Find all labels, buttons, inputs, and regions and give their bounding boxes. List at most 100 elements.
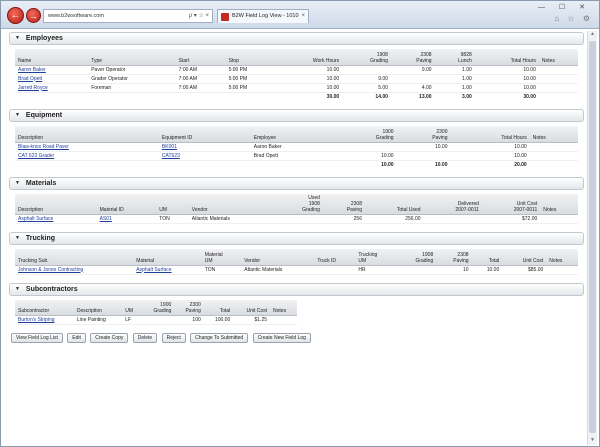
column-header: Used 1908 Grading <box>275 194 323 215</box>
column-header: Type <box>88 49 176 66</box>
address-bar[interactable]: www.b2wsoftware.com ρ ▾ ☆ × <box>43 9 213 23</box>
table-cell: Burton's Striping <box>15 315 74 325</box>
column-header: Notes <box>270 299 297 316</box>
table-cell: Jarrett Royce <box>15 83 89 93</box>
scrollbar-thumb[interactable] <box>589 41 596 433</box>
materials-title: Materials <box>25 180 57 187</box>
trucking-header[interactable]: ▼ Trucking <box>9 232 584 245</box>
total-cell <box>226 92 276 101</box>
total-cell <box>530 160 578 169</box>
reject-button[interactable]: Reject <box>161 333 186 343</box>
column-header: 2300 Paving <box>174 299 204 316</box>
scroll-up-icon[interactable]: ▲ <box>588 31 597 39</box>
column-header: Description <box>15 126 159 143</box>
table-cell: 10.00 <box>276 83 343 93</box>
table-cell <box>141 315 175 325</box>
column-header: Description <box>15 194 97 215</box>
table-cell <box>390 74 435 84</box>
browser-titlebar: ← → www.b2wsoftware.com ρ ▾ ☆ × B2W Fiel… <box>1 1 599 29</box>
column-header: 2308 Paving <box>390 49 435 66</box>
row-link[interactable]: Asphalt Surface <box>18 216 53 222</box>
table-row: Johnson & Jones Contracting Asphalt Surfa… <box>15 265 578 275</box>
change-to-submitted-button[interactable]: Change To Submitted <box>190 333 249 343</box>
column-header: Total <box>203 299 234 316</box>
cell-value: 10.00 <box>434 143 448 150</box>
cell-value: 7:00 AM <box>178 66 198 73</box>
table-cell: 5:00 PM <box>225 74 276 84</box>
table-cell: $85.00 <box>502 265 547 275</box>
forward-arrow-icon: → <box>29 11 38 21</box>
total-cell: 30.00 <box>326 93 340 100</box>
cell-value: Aaron Baker <box>253 143 282 150</box>
row-link[interactable]: BK001 <box>162 144 177 150</box>
cell-value: 4.00 <box>421 84 432 91</box>
cell-value: 5:00 PM <box>228 66 248 73</box>
materials-header[interactable]: ▼ Materials <box>9 177 584 190</box>
table-cell <box>336 142 397 152</box>
favicon-icon <box>221 13 229 21</box>
row-link[interactable]: Johnson & Jones Contracting <box>18 267 83 273</box>
address-controls[interactable]: ρ ▾ ☆ × <box>189 10 209 22</box>
forward-button[interactable]: → <box>26 8 41 23</box>
table-cell: AS01 <box>96 214 157 224</box>
window-controls[interactable]: — ☐ ✕ <box>538 3 591 11</box>
delete-button[interactable]: Delete <box>132 333 158 343</box>
vertical-scrollbar[interactable]: ▲ ▼ <box>587 31 597 445</box>
materials-table: Description Material ID UM Vendor Used 1908 … <box>15 194 578 224</box>
equipment-header[interactable]: ▼ Equipment <box>9 109 584 122</box>
collapse-caret-icon[interactable]: ▼ <box>15 178 20 189</box>
cell-value: 10 <box>462 266 469 273</box>
row-link[interactable]: CAT623 <box>162 153 180 159</box>
collapse-caret-icon[interactable]: ▼ <box>15 233 20 244</box>
row-link[interactable]: Aaron Baker <box>18 67 46 73</box>
tab-close-icon[interactable]: × <box>301 10 305 23</box>
table-cell: 100.00 <box>203 315 234 325</box>
view-field-log-list-button[interactable]: View Field Log List <box>11 333 63 343</box>
table-cell: 5:00 PM <box>225 65 276 75</box>
cell-value: 10.00 <box>326 66 340 73</box>
row-link[interactable]: Jarrett Royce <box>18 85 48 91</box>
table-cell: 9.00 <box>390 65 435 75</box>
table-cell: 9.00 <box>342 74 391 84</box>
column-header: 2308 Paving <box>322 194 365 215</box>
tab-title: B2W Field Log View - 1010 <box>232 13 299 19</box>
cell-value: 10.00 <box>523 66 536 73</box>
table-cell: Johnson & Jones Contracting <box>15 265 134 275</box>
column-header: Notes <box>546 249 578 266</box>
collapse-caret-icon[interactable]: ▼ <box>15 33 20 44</box>
table-cell: 1.00 <box>434 65 475 75</box>
column-header: UM <box>122 299 142 316</box>
row-link[interactable]: Blaw-knox Road Paver <box>18 144 69 150</box>
toolbar-icons[interactable]: ⌂ ☆ ⚙ <box>554 14 593 23</box>
cell-value: $1.25 <box>254 317 268 323</box>
row-link[interactable]: CAT 623 Grader <box>18 153 54 159</box>
cell-value: 1.00 <box>462 66 472 73</box>
cell-value: 10.00 <box>514 143 527 150</box>
back-button[interactable]: ← <box>7 7 24 24</box>
total-cell <box>15 92 88 101</box>
row-link[interactable]: Asphalt Surface <box>136 267 171 273</box>
row-link[interactable]: Brad Opett <box>18 76 42 82</box>
row-link[interactable]: AS01 <box>100 216 112 222</box>
table-cell <box>529 151 578 161</box>
cell-value: Brad Opett <box>253 152 278 159</box>
subcontractors-header[interactable]: ▼ Subcontractors <box>9 282 584 296</box>
create-copy-button[interactable]: Create Copy <box>90 333 129 343</box>
create-new-field-log-button[interactable]: Create New Field Log <box>252 333 311 343</box>
employees-table: Name Type Start Stop Work Hours 1908 Grading 2… <box>15 49 578 101</box>
scroll-down-icon[interactable]: ▼ <box>588 437 597 445</box>
employees-header[interactable]: ▼ Employees <box>9 32 584 45</box>
total-cell: 14.00 <box>375 93 388 100</box>
edit-button[interactable]: Edit <box>67 333 86 343</box>
table-cell <box>546 265 578 275</box>
table-cell: 10.00 <box>276 74 343 84</box>
collapse-caret-icon[interactable]: ▼ <box>15 284 20 295</box>
browser-tab[interactable]: B2W Field Log View - 1010 × <box>217 9 309 23</box>
column-header: UM <box>156 194 189 215</box>
collapse-caret-icon[interactable]: ▼ <box>15 110 20 121</box>
cell-value: 10.00 <box>523 84 536 91</box>
table-cell: 10.00 <box>474 74 539 84</box>
row-link[interactable]: Burton's Striping <box>18 317 55 323</box>
cell-value: 5:00 PM <box>228 84 248 91</box>
table-cell <box>529 142 578 152</box>
